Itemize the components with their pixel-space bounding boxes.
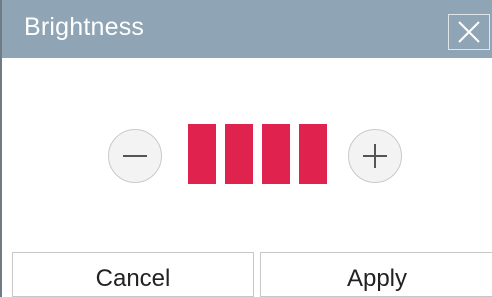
decrease-brightness-button[interactable] (108, 129, 162, 183)
brightness-dialog: Brightness Cancel Apply (0, 0, 492, 297)
plus-icon (363, 144, 387, 168)
increase-brightness-button[interactable] (348, 129, 402, 183)
dialog-title: Brightness (24, 13, 145, 41)
minus-icon (123, 155, 147, 157)
brightness-bar (188, 124, 216, 184)
brightness-level-indicator (188, 124, 328, 184)
brightness-bar (225, 124, 253, 184)
brightness-bar (299, 124, 327, 184)
apply-button[interactable]: Apply (260, 252, 492, 297)
close-button[interactable] (448, 14, 490, 50)
close-icon (458, 21, 480, 43)
title-bar: Brightness (2, 0, 492, 58)
brightness-control (2, 110, 492, 210)
brightness-bar (262, 124, 290, 184)
dialog-footer: Cancel Apply (2, 252, 492, 297)
cancel-button[interactable]: Cancel (12, 252, 254, 297)
